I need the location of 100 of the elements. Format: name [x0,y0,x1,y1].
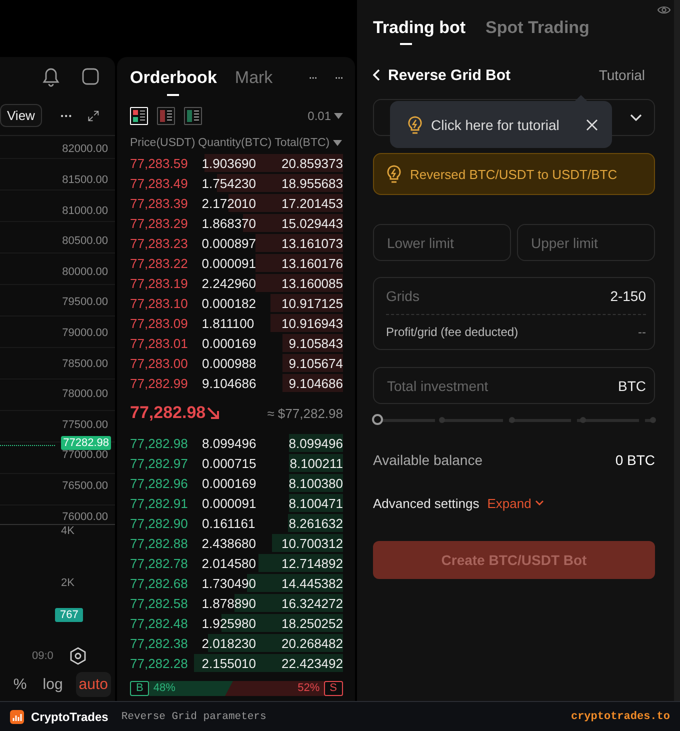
text-field[interactable]: Upper limit [517,224,655,261]
buy-percent: 48% [153,681,176,696]
order-row[interactable]: 77,283.19 2.242960 13.160085 [130,274,343,292]
scale-option[interactable]: % [10,672,30,697]
price-tag: 77282.98 [61,436,111,450]
order-row[interactable]: 77,282.48 1.925980 18.250252 [130,614,343,632]
eye-icon[interactable] [657,4,671,16]
sort-caret-icon[interactable] [332,140,342,146]
precision-dropdown[interactable]: 0.01 [308,109,343,123]
order-row[interactable]: 77,283.23 0.000897 13.161073 [130,234,343,252]
total-text: 8.100380 [288,476,343,490]
view-mode-button[interactable] [157,107,175,125]
profit-label: Profit/grid (fee deducted) [386,325,518,339]
tab[interactable]: Spot Trading [486,14,590,42]
order-row[interactable]: 77,282.91 0.000091 8.100471 [130,494,343,512]
order-row[interactable]: 77,282.38 2.018230 20.268482 [130,634,343,652]
price-text: 77,282.90 [130,516,189,530]
caret-icon [334,113,343,119]
quantity-text: 0.000169 [202,476,258,490]
order-row[interactable]: 77,282.58 1.878890 16.324272 [130,594,343,612]
quantity-text: 0.000091 [202,496,258,510]
tab[interactable]: Orderbook [130,62,217,94]
order-row[interactable]: 77,283.22 0.000091 13.160176 [130,254,343,272]
tab[interactable]: Trading bot [373,14,466,42]
tab[interactable]: Mark [234,62,273,94]
total-text: 9.104686 [288,376,343,390]
order-row[interactable]: 77,282.98 8.099496 8.099496 [130,434,343,452]
text-field[interactable]: Lower limit [373,224,511,261]
order-row[interactable]: 77,283.59 1.903690 20.859373 [130,154,343,172]
total-text: 8.261632 [288,516,343,530]
price-text: 77,282.58 [130,596,189,610]
quantity-text: 8.099496 [202,436,258,450]
scale-option[interactable]: auto [76,672,111,697]
range-text: 2-150 [610,288,646,304]
input-field[interactable]: Lower limit [387,234,502,250]
balance-value: 0 BTC [615,452,655,468]
order-row[interactable]: 77,282.68 1.730490 14.445382 [130,574,343,592]
view-mode-button[interactable] [184,107,202,125]
total-text: 10.700312 [282,536,343,550]
input-field[interactable]: Total investment [387,378,618,394]
view-button[interactable]: View [0,104,42,128]
order-row[interactable]: 77,283.01 0.000169 9.105843 [130,334,343,352]
order-row[interactable]: 77,283.10 0.000182 10.917125 [130,294,343,312]
quantity-text: 0.000897 [202,236,258,250]
order-row[interactable]: 77,282.78 2.014580 12.714892 [130,554,343,572]
order-row[interactable]: 77,282.28 2.155010 22.423492 [130,654,343,672]
square-icon[interactable] [82,68,99,86]
quantity-text: 9.104686 [202,376,258,390]
price-text: 77,282.28 [130,656,189,670]
quantity-text: 2.018230 [202,636,258,650]
slider[interactable] [373,414,655,426]
tooltip-text: Click here for tutorial [431,116,560,132]
price-text: 77,282.48 [130,616,189,630]
quantity-text: 2.438680 [202,536,258,550]
order-row[interactable]: 77,282.90 0.161161 8.261632 [130,514,343,532]
order-row[interactable]: 77,282.99 9.104686 9.104686 [130,374,343,392]
order-row[interactable]: 77,283.09 1.811100 10.916943 [130,314,343,332]
column-header: Price(USDT) [130,137,196,149]
price-text: 77,282.88 [130,536,189,550]
site-url: cryptotrades.to [570,710,670,722]
input-field[interactable]: Grids [386,288,610,304]
unit-text: BTC [618,378,646,394]
order-row[interactable]: 77,283.00 0.000988 9.105674 [130,354,343,372]
back-chevron-icon [373,69,381,81]
settings-label: Advanced settings [373,496,480,510]
order-row[interactable]: 77,283.29 1.868370 15.029443 [130,214,343,232]
sell-badge: S [324,681,343,696]
price-text: 77,283.22 [130,256,189,270]
column-header: Quantity(BTC) [198,137,272,149]
order-row[interactable]: 77,282.88 2.438680 10.700312 [130,534,343,552]
close-button[interactable] [586,118,598,130]
quantity-text: 0.000091 [202,256,258,270]
total-text: 10.917125 [282,296,343,310]
quantity-text: 1.811100 [202,316,256,330]
back-button[interactable]: Reverse Grid Bot [373,66,511,84]
brand-name: CryptoTrades [31,710,108,724]
price-text: 77,283.59 [130,156,189,170]
tutorial-link[interactable]: Tutorial [598,67,645,83]
quantity-text: 0.000988 [202,356,258,370]
lightbulb-icon [386,165,402,183]
column-header: Total(BTC) [274,137,330,149]
quantity-text: 2.172010 [202,196,258,210]
volume-tag: 767 [55,608,84,622]
bell-icon[interactable] [42,66,60,87]
text-field[interactable]: Total investment BTC [373,367,655,404]
order-row[interactable]: 77,283.39 2.172010 17.201453 [130,194,343,212]
settings-icon[interactable] [69,646,88,665]
price-text: 77,282.68 [130,576,189,590]
scale-option[interactable]: log [40,672,66,697]
order-row[interactable]: 77,282.97 0.000715 8.100211 [130,454,343,472]
price-text: 77,282.99 [130,376,189,390]
order-row[interactable]: 77,283.49 1.754230 18.955683 [130,174,343,192]
profit-value: -- [638,325,646,339]
logo-icon [10,710,24,724]
input-field[interactable]: Upper limit [531,234,646,250]
expand-toggle[interactable]: Expand [487,496,544,510]
quantity-text: 0.000169 [202,336,258,350]
order-row[interactable]: 77,282.96 0.000169 8.100380 [130,474,343,492]
total-text: 8.099496 [288,436,343,450]
total-text: 10.916943 [282,316,343,330]
